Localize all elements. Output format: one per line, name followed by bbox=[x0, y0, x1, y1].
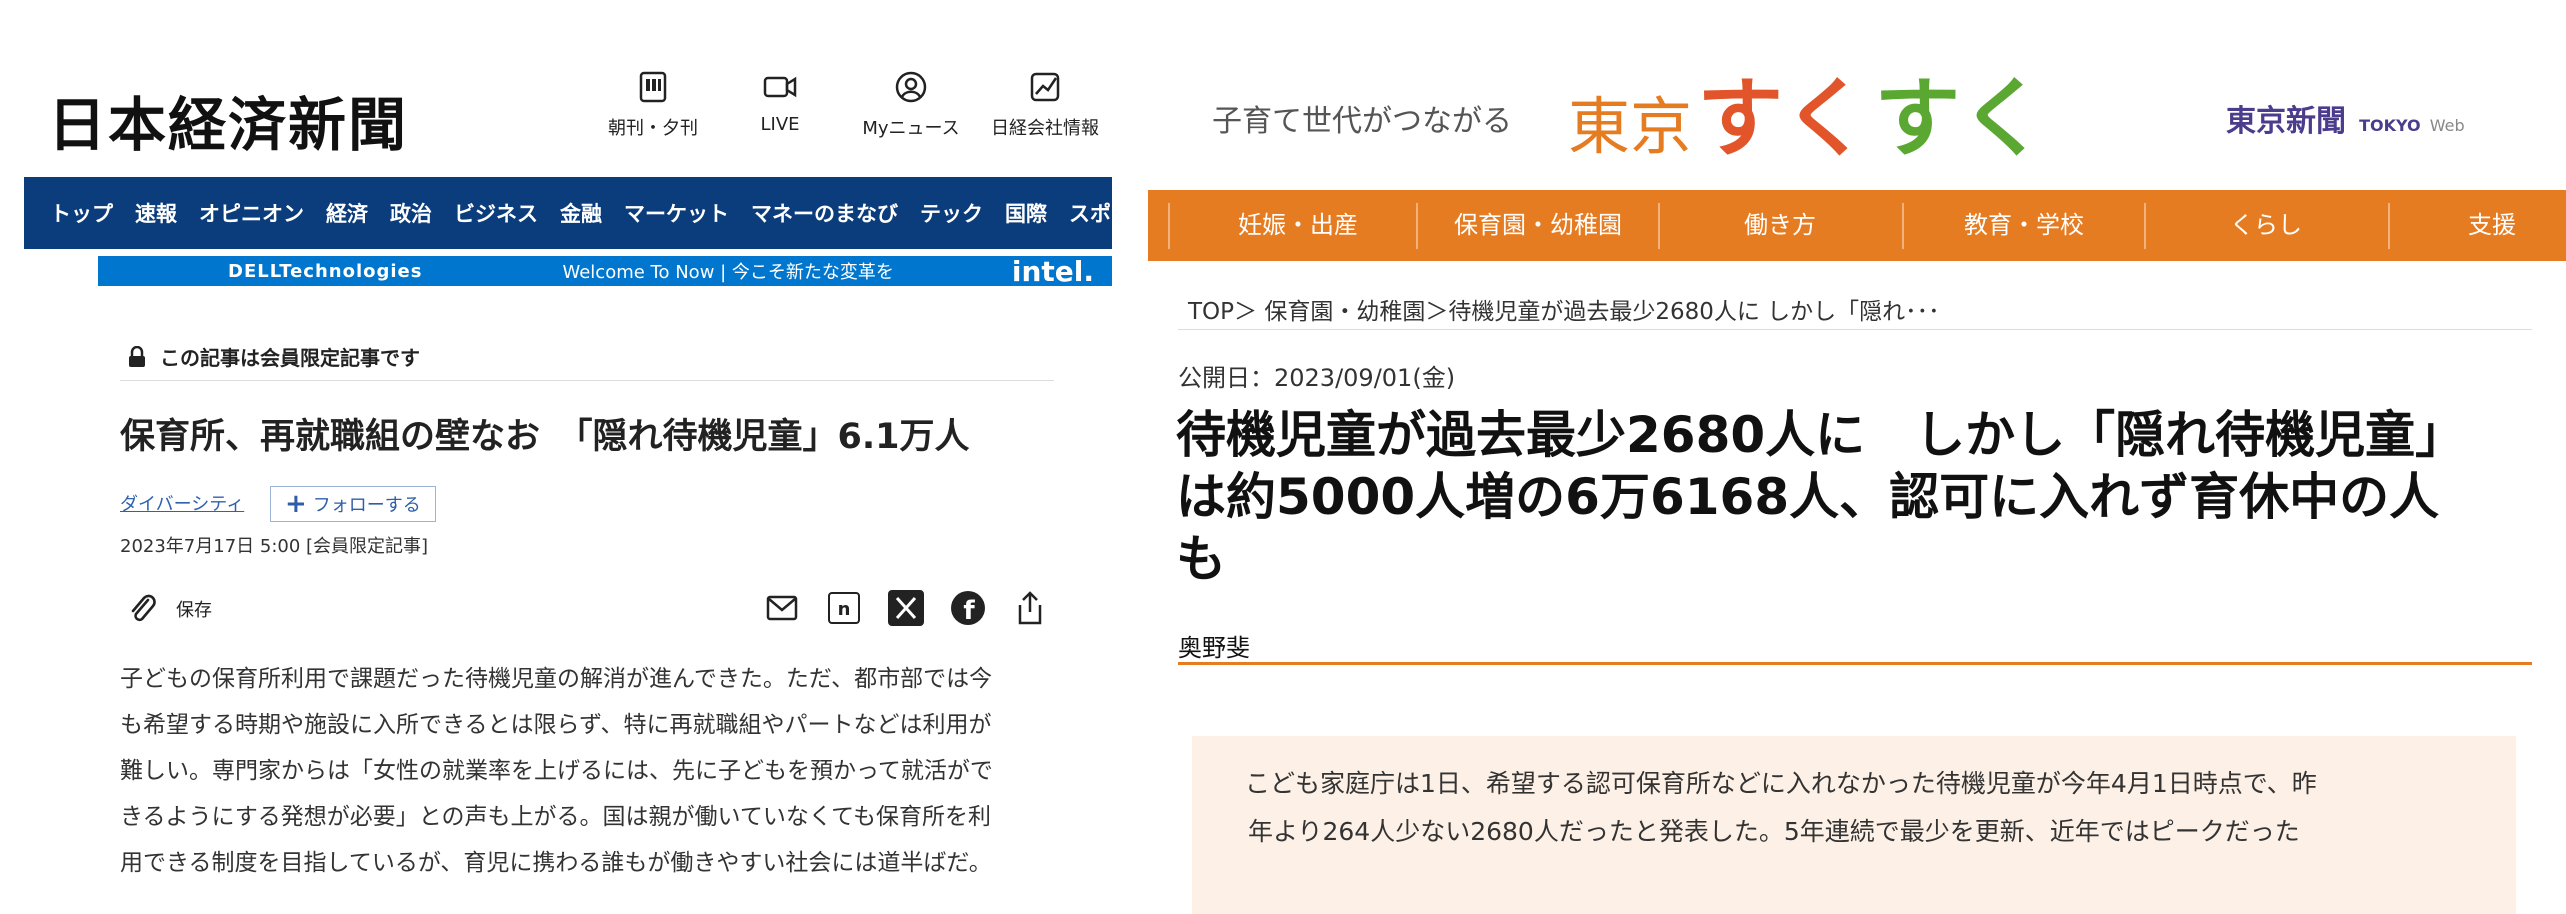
breadcrumb[interactable]: TOP＞ 保育園・幼稚園＞待機児童が過去最少2680人に しかし「隠れ･･･ bbox=[1188, 292, 1940, 326]
header-link-company-info[interactable]: 日経会社情報 bbox=[980, 70, 1110, 140]
header-link-label: Myニュース bbox=[862, 118, 960, 139]
plus-icon: + bbox=[285, 489, 307, 519]
publish-date: 公開日：2023/09/01(金) bbox=[1178, 364, 1456, 392]
svg-text:n: n bbox=[838, 599, 851, 620]
article-title: 保育所、再就職組の壁なお 「隠れ待機児童」6.1万人 bbox=[120, 417, 970, 457]
body-line: 難しい。専門家からは「女性の就業率を上げるには、先に子どもを預かって就活がで bbox=[120, 758, 993, 784]
newspaper-web: Web bbox=[2429, 116, 2465, 135]
nikkei-logo[interactable]: 日本経済新聞 bbox=[48, 78, 408, 162]
nav-item-pregnancy[interactable]: 妊娠・出産 bbox=[1178, 190, 1418, 261]
ad-partner-logo: intel. bbox=[1011, 254, 1094, 288]
follow-button[interactable]: + フォローする bbox=[270, 486, 436, 522]
facebook-icon[interactable]: f bbox=[948, 588, 988, 628]
svg-text:f: f bbox=[963, 596, 975, 626]
member-notice: この記事は会員限定記事です bbox=[128, 342, 420, 371]
member-notice-text: この記事は会員限定記事です bbox=[160, 346, 420, 370]
nikkei-main-nav: トップ 速報 オピニオン 経済 政治 ビジネス 金融 マーケット マネーのまなび… bbox=[24, 177, 1112, 249]
nikkei-page: 日本経済新聞 朝刊・夕刊 LIVE Myニュース 日経会社情報 トップ 速報 オ bbox=[0, 0, 1140, 914]
body-line: も希望する時期や施設に入所できるとは限らず、特に再就職組やパートなどは利用が bbox=[120, 712, 992, 738]
divider bbox=[120, 380, 1054, 381]
paperclip-icon bbox=[131, 594, 156, 622]
lead-line: こども家庭庁は1日、希望する認可保育所などに入れなかった待機児童が今年4月1日時… bbox=[1220, 769, 2317, 798]
nav-item-life[interactable]: くらし bbox=[2146, 190, 2386, 261]
nav-item-money[interactable]: マネーのまなび bbox=[751, 198, 898, 228]
sukusuku-main-nav: 妊娠・出産 保育園・幼稚園 働き方 教育・学校 くらし 支援 bbox=[1148, 190, 2566, 261]
lock-icon bbox=[129, 345, 145, 367]
nav-item-economy[interactable]: 経済 bbox=[326, 198, 368, 228]
x-icon[interactable] bbox=[886, 588, 926, 628]
author-name[interactable]: 奥野斐 bbox=[1178, 628, 1250, 663]
lead-box: こども家庭庁は1日、希望する認可保育所などに入れなかった待機児童が今年4月1日時… bbox=[1192, 736, 2516, 914]
nav-item-support[interactable]: 支援 bbox=[2392, 190, 2566, 261]
body-line: きるようにする発想が必要」との声も上がる。国は親が働いていなくても保育所を利 bbox=[120, 804, 992, 830]
newspaper-en: TOKYO bbox=[2359, 116, 2421, 135]
logo-suku-2: すく bbox=[1874, 69, 2047, 169]
tokyo-sukusuku-page: 子育て世代がつながる 東京 すく すく 東京新聞 TOKYO Web 妊娠・出産… bbox=[1140, 0, 2566, 914]
nav-item-international[interactable]: 国際 bbox=[1005, 198, 1047, 228]
site-tagline: 子育て世代がつながる bbox=[1212, 104, 1512, 139]
nav-item-politics[interactable]: 政治 bbox=[390, 198, 432, 228]
header-link-label: 日経会社情報 bbox=[991, 118, 1099, 139]
lead-line: 年より264人少ない2680人だったと発表した。5年連続で最少を更新、近年ではピ… bbox=[1248, 817, 2300, 846]
header-link-mynews[interactable]: Myニュース bbox=[856, 70, 966, 140]
nav-item-nursery[interactable]: 保育園・幼稚園 bbox=[1418, 190, 1658, 261]
follow-label: フォローする bbox=[312, 495, 421, 516]
save-label: 保存 bbox=[176, 600, 212, 621]
nav-divider bbox=[2388, 203, 2390, 249]
divider bbox=[1178, 329, 2532, 330]
chart-icon bbox=[1030, 72, 1060, 102]
newspaper-name: 東京新聞 bbox=[2226, 104, 2346, 139]
nav-item-breaking[interactable]: 速報 bbox=[135, 198, 177, 228]
header-link-label: LIVE bbox=[760, 114, 800, 135]
nav-item-top[interactable]: トップ bbox=[50, 198, 113, 228]
title-line: は約5000人増の6万6168人、認可に入れず育休中の人 bbox=[1176, 468, 2440, 526]
user-icon bbox=[895, 71, 927, 103]
newspaper-icon bbox=[639, 71, 667, 103]
nav-item-work[interactable]: 働き方 bbox=[1660, 190, 1900, 261]
share-icon[interactable] bbox=[1010, 588, 1050, 628]
article-title: 待機児童が過去最少2680人に しかし「隠れ待機児童」 は約5000人増の6万6… bbox=[1176, 404, 2556, 590]
author-divider bbox=[1178, 662, 2532, 665]
mail-icon[interactable] bbox=[762, 588, 802, 628]
header-link-live[interactable]: LIVE bbox=[740, 70, 820, 135]
topic-tag-link[interactable]: ダイバーシティ bbox=[120, 490, 244, 516]
ad-brand: DELLTechnologies bbox=[228, 260, 423, 282]
ad-text: Welcome To Now | 今こそ新たな変革を bbox=[562, 262, 894, 283]
ad-banner[interactable]: DELLTechnologies Welcome To Now | 今こそ新たな… bbox=[98, 254, 1112, 288]
video-camera-icon bbox=[763, 76, 797, 98]
header-link-label: 朝刊・夕刊 bbox=[608, 118, 698, 139]
nav-item-tech[interactable]: テック bbox=[920, 198, 983, 228]
nav-divider bbox=[1168, 203, 1170, 249]
body-line: 子どもの保育所利用で課題だった待機児童の解消が進んできた。ただ、都市部では今 bbox=[120, 666, 993, 692]
tokyo-shimbun-logo[interactable]: 東京新聞 TOKYO Web bbox=[2226, 96, 2465, 140]
note-icon[interactable]: n bbox=[824, 588, 864, 628]
title-line: も bbox=[1176, 530, 1226, 588]
nav-item-opinion[interactable]: オピニオン bbox=[199, 198, 304, 228]
nav-item-business[interactable]: ビジネス bbox=[454, 198, 538, 228]
nav-item-education[interactable]: 教育・学校 bbox=[1904, 190, 2144, 261]
nav-item-finance[interactable]: 金融 bbox=[560, 198, 602, 228]
nav-item-market[interactable]: マーケット bbox=[624, 198, 729, 228]
sukusuku-logo[interactable]: 東京 すく すく bbox=[1568, 48, 2046, 173]
nav-item-sports[interactable]: スポーツ bbox=[1069, 198, 1112, 228]
logo-suku-1: すく bbox=[1697, 69, 1870, 169]
save-button[interactable]: 保存 bbox=[128, 592, 212, 626]
header-link-paper[interactable]: 朝刊・夕刊 bbox=[598, 70, 708, 140]
logo-tokyo: 東京 bbox=[1568, 90, 1693, 163]
article-body: 子どもの保育所利用で課題だった待機児童の解消が進んできた。ただ、都市部では今 も… bbox=[120, 656, 1060, 886]
body-line: 用できる制度を目指しているが、育児に携わる誰もが働きやすい社会には道半ばだ。 bbox=[120, 850, 992, 876]
article-date: 2023年7月17日 5:00 [会員限定記事] bbox=[120, 536, 429, 557]
title-line: 待機児童が過去最少2680人に しかし「隠れ待機児童」 bbox=[1176, 406, 2466, 464]
